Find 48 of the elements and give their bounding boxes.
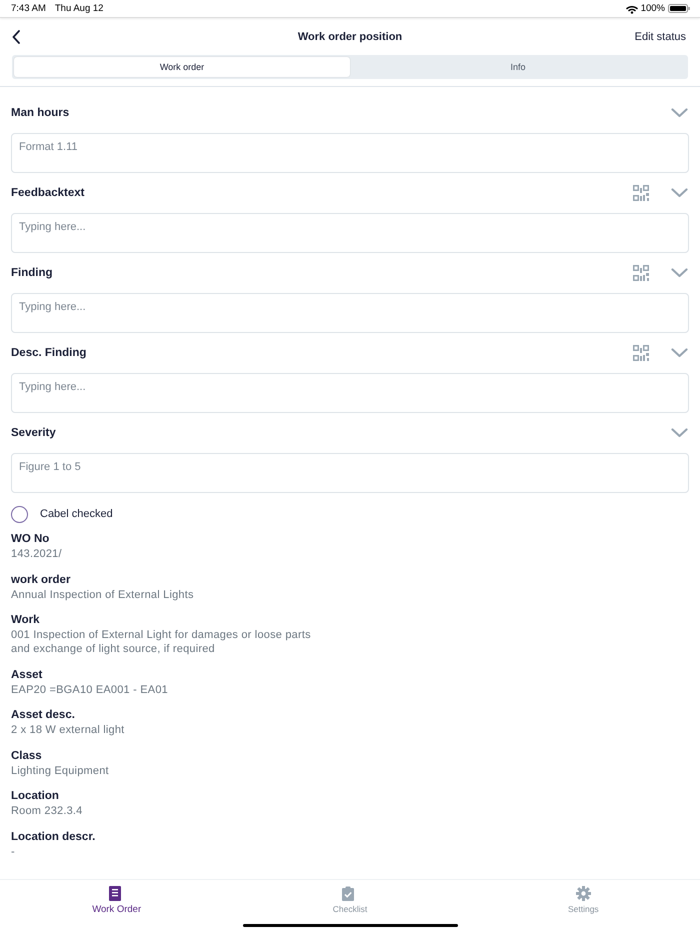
chevron-down-icon[interactable]	[671, 428, 688, 438]
detail-value: 001 Inspection of External Light for damages or loose parts and exchange of light source, if required	[11, 628, 311, 656]
field-label: Man hours	[11, 107, 70, 119]
input-field[interactable]: Typing here...	[11, 293, 689, 333]
qr-code-icon[interactable]	[633, 345, 649, 361]
detail-value: Lighting Equipment	[11, 764, 109, 778]
qr-code-icon[interactable]	[633, 185, 649, 201]
segment-tab[interactable]: Info	[350, 57, 686, 77]
detail-label: Asset	[11, 668, 42, 682]
detail-value: Annual Inspection of External Lights	[11, 588, 194, 602]
detail-label: WO No	[11, 532, 50, 547]
settings-icon	[576, 886, 591, 901]
detail-value: EAP20 =BGA10 EA001 - EA01	[11, 682, 168, 696]
detail-label: Work	[11, 613, 40, 628]
qr-code-icon[interactable]	[633, 265, 649, 281]
field-label: Desc. Finding	[11, 347, 86, 359]
tab-bar-item[interactable]: Work Order	[56, 884, 177, 917]
detail-label: Location descr.	[11, 830, 96, 844]
detail-value: 143.2021/	[11, 547, 62, 561]
chevron-down-icon[interactable]	[671, 108, 688, 118]
input-field[interactable]: Figure 1 to 5	[11, 453, 689, 493]
field-label: Finding	[11, 267, 53, 279]
detail-label: Asset desc.	[11, 708, 75, 723]
chevron-down-icon[interactable]	[671, 348, 688, 358]
detail-value: -	[11, 844, 15, 858]
detail-value: 2 x 18 W external light	[11, 723, 124, 737]
back-button[interactable]	[10, 28, 23, 46]
segment-tab[interactable]: Work order	[14, 57, 350, 77]
wifi-icon	[626, 4, 638, 14]
battery-icon	[668, 4, 690, 13]
edit-status-button[interactable]: Edit status	[632, 28, 688, 44]
screen-title: Work order position	[298, 30, 402, 42]
input-field[interactable]: Format 1.11	[11, 133, 689, 173]
detail-label: work order	[11, 572, 70, 588]
detail-value: Room 232.3.4	[11, 804, 82, 818]
battery-level: 100%	[640, 3, 665, 14]
status-date: Thu Aug 12	[54, 3, 104, 14]
status-time: 7:43 AM	[11, 3, 46, 14]
checkbox[interactable]	[11, 506, 28, 522]
field-label: Feedbacktext	[11, 187, 85, 199]
input-field[interactable]: Typing here...	[11, 213, 689, 253]
chevron-down-icon[interactable]	[671, 188, 688, 198]
checkbox-label: Cabel checked	[40, 508, 113, 520]
field-label: Severity	[11, 427, 56, 439]
detail-label: Location	[11, 789, 59, 804]
detail-label: Class	[11, 748, 42, 764]
input-field[interactable]: Typing here...	[11, 373, 689, 413]
chevron-down-icon[interactable]	[671, 268, 688, 278]
